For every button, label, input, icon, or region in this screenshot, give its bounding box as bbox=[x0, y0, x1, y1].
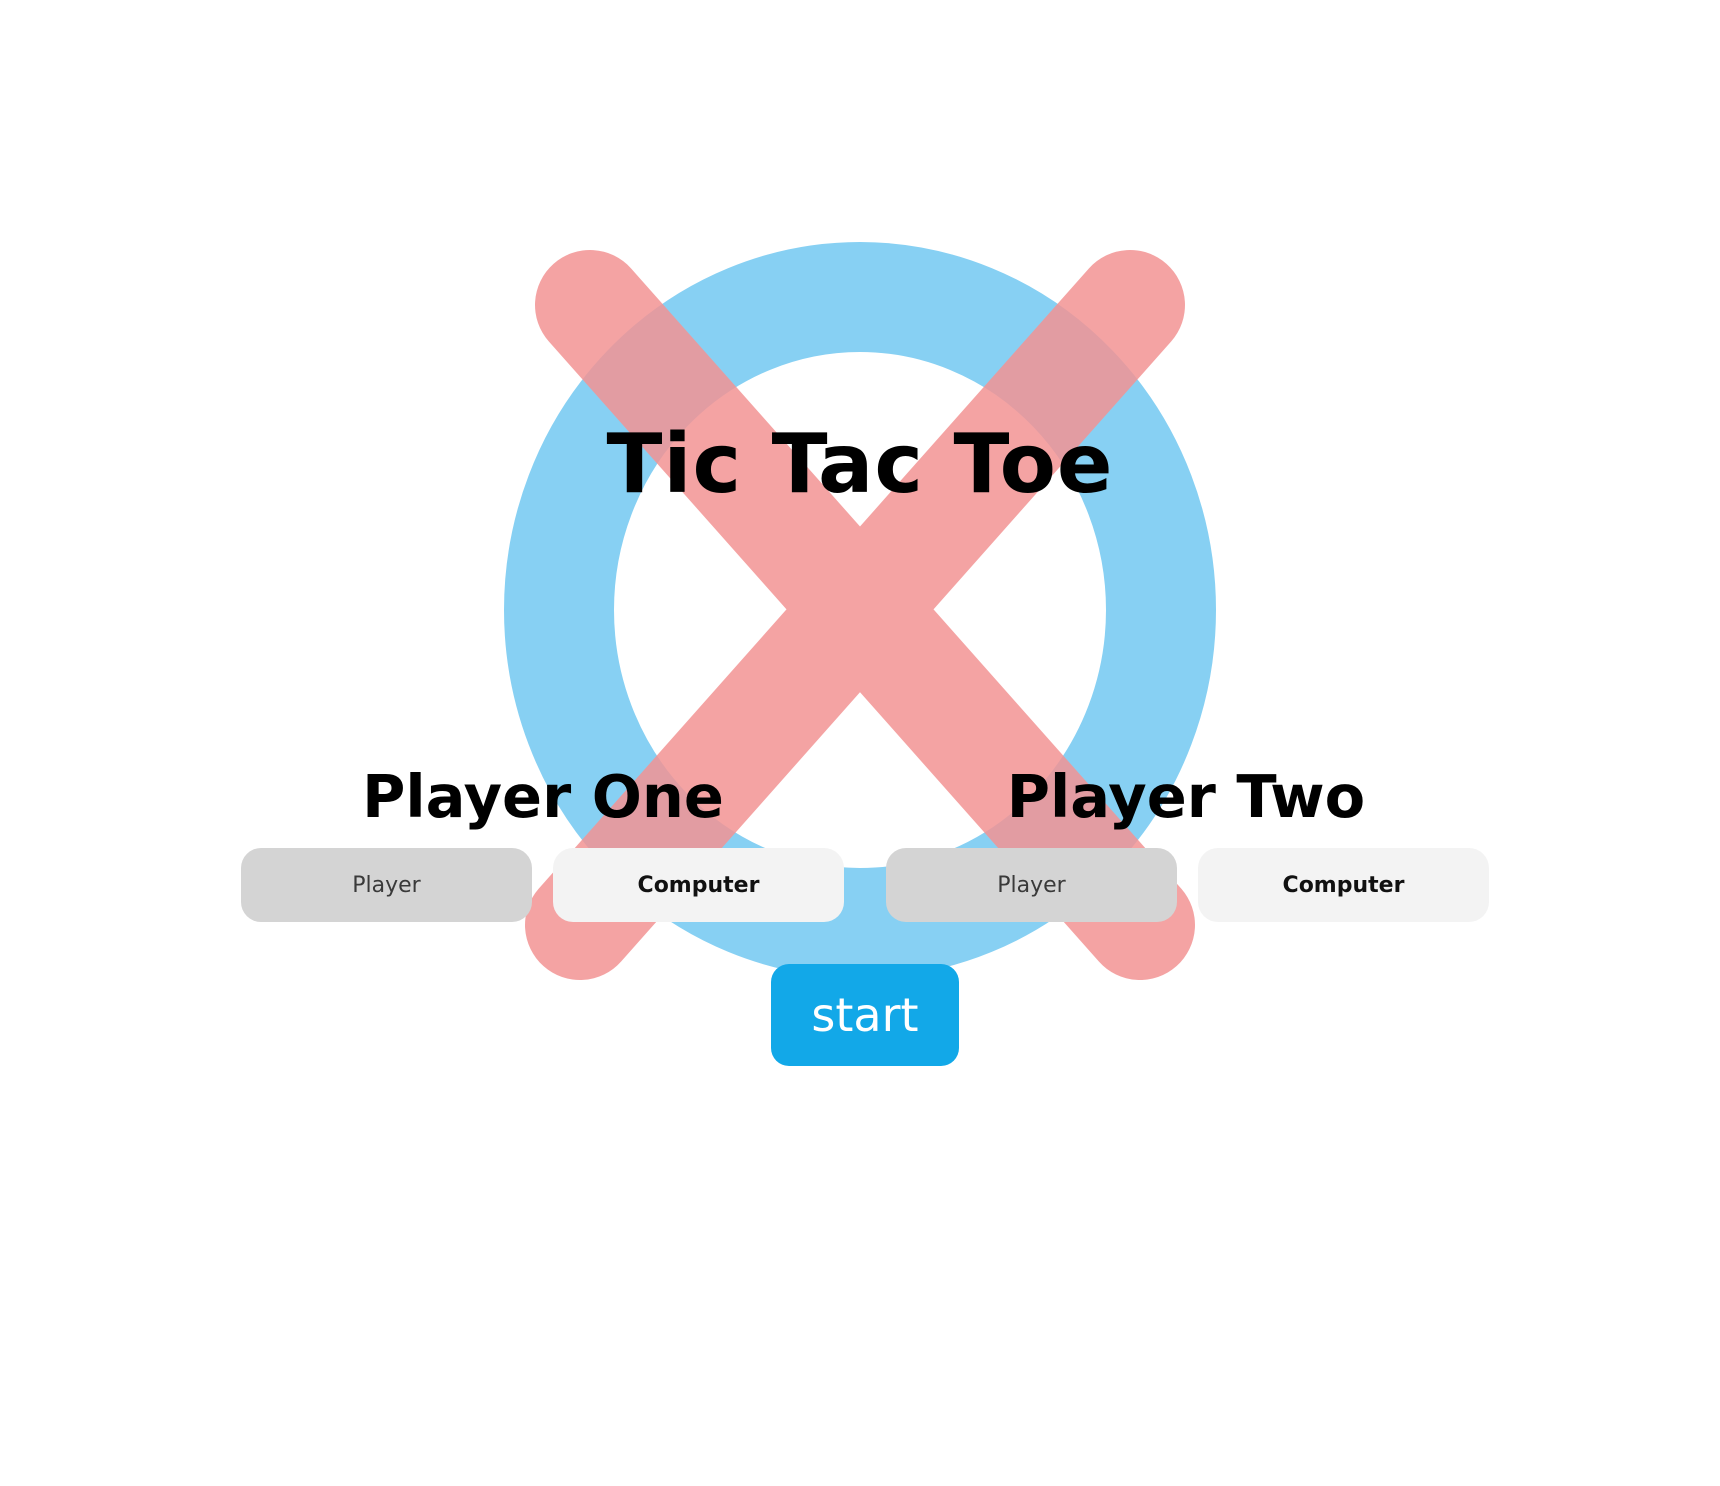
background-illustration bbox=[504, 242, 1216, 980]
player-one-player-button[interactable]: Player bbox=[241, 848, 532, 922]
player-one-heading: Player One bbox=[362, 762, 724, 831]
start-button[interactable]: start bbox=[771, 964, 959, 1066]
player-two-player-button[interactable]: Player bbox=[886, 848, 1177, 922]
player-two-computer-button[interactable]: Computer bbox=[1198, 848, 1489, 922]
player-two-heading: Player Two bbox=[1006, 762, 1366, 831]
x-mark-icon bbox=[525, 250, 1195, 980]
player-one-computer-button[interactable]: Computer bbox=[553, 848, 844, 922]
page-title: Tic Tac Toe bbox=[606, 417, 1114, 512]
